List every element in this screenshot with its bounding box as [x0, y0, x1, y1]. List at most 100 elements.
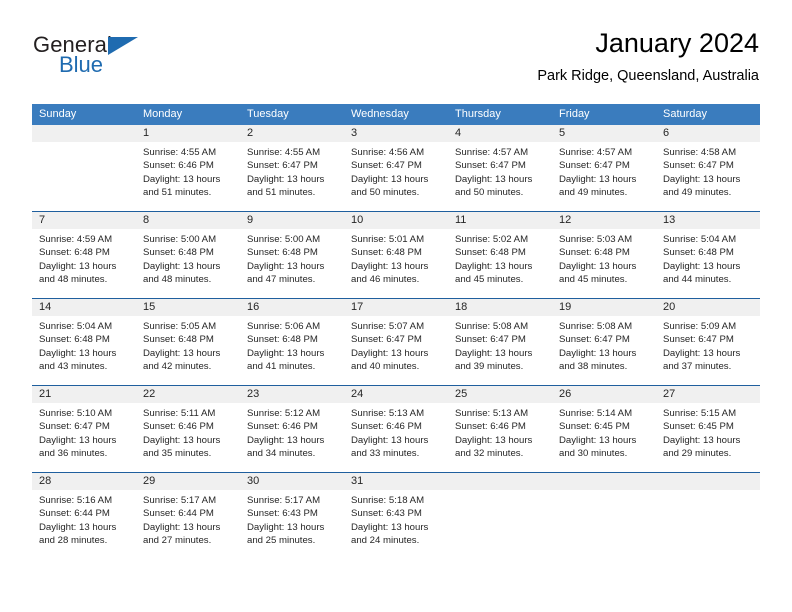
day-number[interactable]: 24 — [344, 386, 448, 403]
day-cell[interactable]: Sunrise: 5:07 AM Sunset: 6:47 PM Daylight:… — [344, 316, 448, 385]
day-info-line: Sunrise: 4:59 AM — [39, 234, 113, 245]
day-number[interactable]: 6 — [656, 125, 760, 142]
day-cell[interactable]: Sunrise: 5:11 AM Sunset: 6:46 PM Daylight:… — [136, 403, 240, 472]
day-number[interactable]: 14 — [32, 299, 136, 316]
day-info-line: Sunrise: 5:01 AM — [351, 234, 425, 245]
day-number[interactable]: 21 — [32, 386, 136, 403]
calendar-week-row: 1 2 3 4 5 6 Sunrise: 4:55 AM Sunset: 6:46 PM Day… — [32, 125, 760, 211]
day-cell[interactable]: Sunrise: 5:08 AM Sunset: 6:47 PM Daylight:… — [552, 316, 656, 385]
day-info-line: Sunrise: 4:56 AM — [351, 147, 425, 158]
day-cell[interactable]: Sunrise: 5:16 AM Sunset: 6:44 PM Daylight:… — [32, 490, 136, 559]
day-number[interactable]: 25 — [448, 386, 552, 403]
day-number[interactable]: 30 — [240, 473, 344, 490]
day-cell[interactable]: Sunrise: 5:06 AM Sunset: 6:48 PM Daylight:… — [240, 316, 344, 385]
day-cell[interactable]: Sunrise: 5:01 AM Sunset: 6:48 PM Daylight:… — [344, 229, 448, 298]
day-number[interactable]: 15 — [136, 299, 240, 316]
brand-logo[interactable]: General Blue — [33, 32, 233, 88]
day-cell[interactable]: Sunrise: 5:03 AM Sunset: 6:48 PM Daylight:… — [552, 229, 656, 298]
day-cell[interactable]: Sunrise: 5:08 AM Sunset: 6:47 PM Daylight:… — [448, 316, 552, 385]
day-number[interactable]: 12 — [552, 212, 656, 229]
day-cell[interactable]: Sunrise: 4:59 AM Sunset: 6:48 PM Daylight:… — [32, 229, 136, 298]
day-number[interactable]: 22 — [136, 386, 240, 403]
day-cell[interactable]: Sunrise: 5:00 AM Sunset: 6:48 PM Daylight:… — [240, 229, 344, 298]
day-number[interactable]: 11 — [448, 212, 552, 229]
day-number[interactable]: 10 — [344, 212, 448, 229]
day-info-line: Daylight: 13 hours — [455, 173, 533, 185]
day-info-line: Sunset: 6:48 PM — [351, 247, 422, 259]
day-cell[interactable]: Sunrise: 5:18 AM Sunset: 6:43 PM Daylight:… — [344, 490, 448, 559]
day-info-line: Sunset: 6:47 PM — [247, 160, 318, 172]
day-cell[interactable]: Sunrise: 5:17 AM Sunset: 6:44 PM Daylight:… — [136, 490, 240, 559]
day-number[interactable]: 16 — [240, 299, 344, 316]
day-number[interactable]: 1 — [136, 125, 240, 142]
day-info-line: Sunset: 6:47 PM — [559, 334, 630, 346]
day-info-line: Sunset: 6:45 PM — [663, 421, 734, 433]
day-cell[interactable]: Sunrise: 5:12 AM Sunset: 6:46 PM Daylight:… — [240, 403, 344, 472]
day-number[interactable]: 18 — [448, 299, 552, 316]
day-info-line: Daylight: 13 hours — [39, 347, 117, 359]
day-info-line: Sunset: 6:47 PM — [39, 421, 110, 433]
day-number-empty — [656, 473, 760, 490]
day-info-line: Daylight: 13 hours — [663, 260, 741, 272]
day-number[interactable]: 2 — [240, 125, 344, 142]
day-cell[interactable]: Sunrise: 5:10 AM Sunset: 6:47 PM Daylight:… — [32, 403, 136, 472]
day-info-line: and 39 minutes. — [455, 361, 524, 373]
day-cell[interactable]: Sunrise: 4:57 AM Sunset: 6:47 PM Daylight:… — [448, 142, 552, 211]
day-cell[interactable]: Sunrise: 5:04 AM Sunset: 6:48 PM Daylight:… — [32, 316, 136, 385]
day-number[interactable]: 26 — [552, 386, 656, 403]
day-info-line: and 41 minutes. — [247, 361, 316, 373]
day-cell[interactable]: Sunrise: 5:13 AM Sunset: 6:46 PM Daylight:… — [344, 403, 448, 472]
day-number[interactable]: 9 — [240, 212, 344, 229]
day-cell[interactable]: Sunrise: 4:55 AM Sunset: 6:46 PM Daylight:… — [136, 142, 240, 211]
day-number[interactable]: 8 — [136, 212, 240, 229]
day-number[interactable]: 20 — [656, 299, 760, 316]
day-info-line: Daylight: 13 hours — [39, 260, 117, 272]
day-cell[interactable]: Sunrise: 5:15 AM Sunset: 6:45 PM Daylight:… — [656, 403, 760, 472]
day-info-line: and 43 minutes. — [39, 361, 108, 373]
day-number[interactable]: 3 — [344, 125, 448, 142]
day-number[interactable]: 29 — [136, 473, 240, 490]
day-number[interactable]: 7 — [32, 212, 136, 229]
day-cell[interactable]: Sunrise: 4:57 AM Sunset: 6:47 PM Daylight:… — [552, 142, 656, 211]
day-info-line: Sunset: 6:44 PM — [143, 508, 214, 520]
day-number[interactable]: 19 — [552, 299, 656, 316]
day-cell[interactable]: Sunrise: 5:00 AM Sunset: 6:48 PM Daylight:… — [136, 229, 240, 298]
day-cell[interactable]: Sunrise: 5:05 AM Sunset: 6:48 PM Daylight:… — [136, 316, 240, 385]
day-cell[interactable]: Sunrise: 5:17 AM Sunset: 6:43 PM Daylight:… — [240, 490, 344, 559]
day-number[interactable]: 5 — [552, 125, 656, 142]
day-info-line: Daylight: 13 hours — [351, 434, 429, 446]
day-cell[interactable]: Sunrise: 4:58 AM Sunset: 6:47 PM Daylight:… — [656, 142, 760, 211]
day-info-line: Sunset: 6:47 PM — [455, 334, 526, 346]
day-info-line: Daylight: 13 hours — [455, 434, 533, 446]
day-info-line: Daylight: 13 hours — [351, 521, 429, 533]
day-info-line: Sunset: 6:48 PM — [559, 247, 630, 259]
day-info-line: Daylight: 13 hours — [143, 434, 221, 446]
weekday-header-thursday: Thursday — [455, 108, 501, 120]
day-info-line: Daylight: 13 hours — [247, 434, 325, 446]
day-cell[interactable]: Sunrise: 5:13 AM Sunset: 6:46 PM Daylight:… — [448, 403, 552, 472]
day-number[interactable]: 31 — [344, 473, 448, 490]
day-info-line: Sunrise: 5:14 AM — [559, 408, 633, 419]
day-info-line: and 49 minutes. — [663, 187, 732, 199]
day-cell[interactable]: Sunrise: 5:09 AM Sunset: 6:47 PM Daylight:… — [656, 316, 760, 385]
day-number[interactable]: 17 — [344, 299, 448, 316]
day-cell[interactable]: Sunrise: 5:02 AM Sunset: 6:48 PM Daylight:… — [448, 229, 552, 298]
day-info-line: Sunrise: 4:57 AM — [455, 147, 529, 158]
day-number[interactable]: 28 — [32, 473, 136, 490]
day-number[interactable]: 13 — [656, 212, 760, 229]
day-cell[interactable]: Sunrise: 5:14 AM Sunset: 6:45 PM Daylight:… — [552, 403, 656, 472]
day-info-line: Sunset: 6:44 PM — [39, 508, 110, 520]
day-number[interactable]: 4 — [448, 125, 552, 142]
day-info-line: Sunrise: 5:13 AM — [455, 408, 529, 419]
day-number[interactable]: 27 — [656, 386, 760, 403]
day-info-line: Daylight: 13 hours — [143, 347, 221, 359]
day-cell[interactable]: Sunrise: 5:04 AM Sunset: 6:48 PM Daylight:… — [656, 229, 760, 298]
day-info-line: and 24 minutes. — [351, 535, 420, 547]
day-number[interactable]: 23 — [240, 386, 344, 403]
weekday-header-row: Sunday Monday Tuesday Wednesday Thursday Frid… — [32, 104, 760, 125]
day-cell[interactable]: Sunrise: 4:55 AM Sunset: 6:47 PM Daylight:… — [240, 142, 344, 211]
day-info-line: Sunset: 6:43 PM — [247, 508, 318, 520]
day-info-line: Daylight: 13 hours — [351, 260, 429, 272]
day-cell[interactable]: Sunrise: 4:56 AM Sunset: 6:47 PM Daylight:… — [344, 142, 448, 211]
day-info-line: Sunset: 6:46 PM — [143, 421, 214, 433]
